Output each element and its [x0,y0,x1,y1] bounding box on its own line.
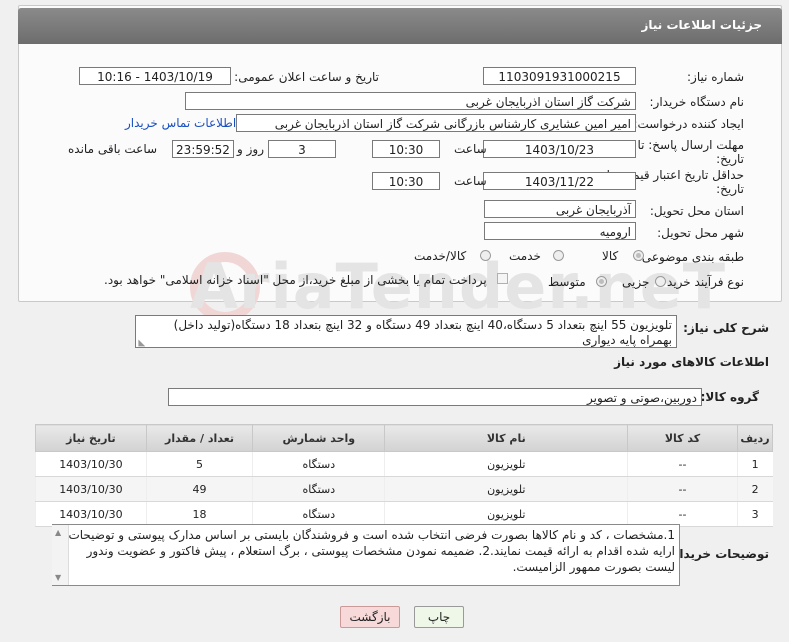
unit: دستگاه [252,476,385,502]
quantity: 49 [145,476,253,502]
goods-group-label: گروه کالا: [700,390,759,404]
process-medium-label: متوسط [548,275,586,289]
header-bar: جزئیات اطلاعات نیاز [18,8,782,44]
reply-deadline-label-2: تاریخ: [716,152,744,166]
category-radio-service[interactable] [553,250,564,261]
resize-handle-icon[interactable]: ◢ [136,340,146,347]
process-radio-minor[interactable] [655,276,666,287]
city-field[interactable]: ارومیه [484,222,636,240]
price-date-field[interactable]: 1403/11/22 [483,172,636,190]
price-time-label: ساعت [454,174,487,188]
item-name: تلویزیون [384,476,628,502]
category-goods-label: کالا [602,249,619,263]
scroll-down-icon[interactable]: ▼ [55,573,61,582]
page-title: جزئیات اطلاعات نیاز [641,18,762,32]
table-row[interactable]: 1 -- تلویزیون دستگاه 5 1403/10/30 [35,451,773,477]
process-label: نوع فرآیند خرید : [659,275,744,289]
unit: دستگاه [252,451,385,477]
row-number: 3 [736,501,773,527]
days-label: روز و [237,142,264,156]
description-label: شرح کلی نیاز: [683,321,769,335]
need-number-field[interactable]: 1103091931000215 [483,67,636,85]
category-label: طبقه بندی موضوعی: [637,250,744,264]
description-textarea[interactable]: تلویزیون 55 اینچ بتعداد 5 دستگاه،40 اینچ… [135,315,677,348]
reply-date-field[interactable]: 1403/10/23 [483,140,636,158]
creator-field[interactable]: امیر امین عشایری کارشناس بازرگانی شرکت گ… [236,114,636,132]
days-count-field[interactable]: 3 [268,140,336,158]
province-field[interactable]: آذربایجان غربی [484,200,636,218]
item-name: تلویزیون [384,451,628,477]
category-radio-goods[interactable] [633,250,644,261]
announce-datetime-field[interactable]: 1403/10/19 - 10:16 [79,67,231,85]
item-code: -- [627,451,738,477]
quantity: 5 [145,451,253,477]
goods-group-field[interactable]: دوربین،صوتی و تصویر [168,388,702,406]
creator-label: ایجاد کننده درخواست: [633,117,744,131]
row-number: 2 [736,476,773,502]
need-number-label: شماره نیاز: [687,70,744,84]
col-need-date: تاریخ نیاز [35,424,147,452]
buyer-notes-label: توضیحات خریدار: [667,547,769,561]
contact-info-link[interactable]: اطلاعات تماس خریدار [125,116,236,130]
col-item-name: نام کالا [384,424,629,452]
scroll-up-icon[interactable]: ▲ [55,528,61,537]
need-date: 1403/10/30 [35,451,147,477]
reply-time-field[interactable]: 10:30 [372,140,440,158]
col-row-number: ردیف [736,424,774,452]
remaining-label: ساعت باقی مانده [68,142,158,156]
print-button[interactable]: چاپ [414,606,464,628]
treasury-payment-note: پرداخت تمام یا بخشی از مبلغ خرید،از محل … [104,273,487,287]
goods-section-title: اطلاعات کالاهای مورد نیاز [614,355,769,369]
goods-table: ردیف کد کالا نام کالا واحد شمارش تعداد /… [35,424,774,527]
announce-label: تاریخ و ساعت اعلان عمومی: [234,70,379,84]
row-number: 1 [736,451,773,477]
item-code: -- [627,501,738,527]
buyer-org-label: نام دستگاه خریدار: [649,95,745,109]
city-label: شهر محل تحویل: [657,226,744,240]
reply-deadline-label: مهلت ارسال پاسخ: تا [637,138,744,152]
quantity: 18 [145,501,253,527]
item-name: تلویزیون [384,501,628,527]
item-code: -- [627,476,738,502]
col-quantity: تعداد / مقدار [145,424,254,452]
goods-table-header: ردیف کد کالا نام کالا واحد شمارش تعداد /… [35,424,774,452]
back-button[interactable]: بازگشت [340,606,400,628]
price-validity-label-2: تاریخ: [716,182,744,196]
category-radio-both[interactable] [480,250,491,261]
treasury-payment-checkbox[interactable] [497,273,508,284]
reply-time-label: ساعت [454,142,487,156]
need-date: 1403/10/30 [35,501,147,527]
remaining-time-field[interactable]: 23:59:52 [172,140,234,158]
buyer-org-field[interactable]: شرکت گاز استان اذربایجان غربی [185,92,636,110]
price-time-field[interactable]: 10:30 [372,172,440,190]
col-item-code: کد کالا [627,424,738,452]
notes-scrollbar[interactable]: ▲ ▼ [52,525,69,585]
table-row[interactable]: 3 -- تلویزیون دستگاه 18 1403/10/30 [35,501,773,527]
category-service-label: خدمت [509,249,541,263]
need-date: 1403/10/30 [35,476,147,502]
province-label: استان محل تحویل: [649,204,744,218]
table-row[interactable]: 2 -- تلویزیون دستگاه 49 1403/10/30 [35,476,773,502]
unit: دستگاه [252,501,385,527]
buyer-notes-textarea[interactable]: 1.مشخصات ، کد و نام کالاها بصورت فرضی ان… [52,524,680,586]
category-both-label: کالا/خدمت [414,249,467,263]
process-radio-medium[interactable] [596,276,607,287]
col-unit: واحد شمارش [252,424,386,452]
process-minor-label: جزیی [622,275,650,289]
